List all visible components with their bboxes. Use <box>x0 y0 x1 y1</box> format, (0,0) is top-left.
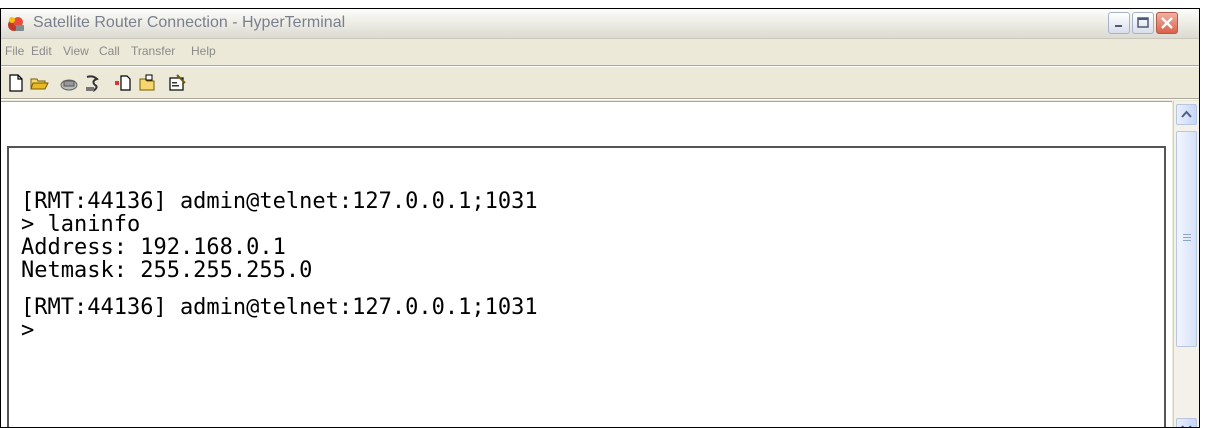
hyperterminal-app-icon[interactable] <box>6 14 26 34</box>
grip-icon <box>1183 234 1191 241</box>
scroll-down-button[interactable] <box>1176 418 1197 427</box>
menu-edit[interactable]: Edit <box>31 44 52 58</box>
terminal-area[interactable]: [RMT:44136] admin@telnet:127.0.0.1;1031 … <box>1 101 1172 427</box>
scroll-up-button[interactable] <box>1176 104 1197 125</box>
menu-transfer[interactable]: Transfer <box>131 44 175 58</box>
toolbar <box>1 67 1199 97</box>
close-icon <box>1161 17 1173 29</box>
terminal-output: [RMT:44136] admin@telnet:127.0.0.1;1031 … <box>21 190 538 342</box>
minimize-button[interactable] <box>1108 12 1130 34</box>
properties-icon[interactable] <box>167 73 187 93</box>
vertical-scrollbar[interactable] <box>1173 101 1199 427</box>
maximize-button[interactable] <box>1132 12 1154 34</box>
terminal-line: Netmask: 255.255.255.0 <box>21 258 313 283</box>
background-strip <box>0 0 1205 8</box>
terminal-line: [RMT:44136] admin@telnet:127.0.0.1;1031 <box>21 295 538 320</box>
menu-file[interactable]: File <box>5 44 24 58</box>
receive-file-icon[interactable] <box>137 73 157 93</box>
terminal-line: [RMT:44136] admin@telnet:127.0.0.1;1031 <box>21 189 538 214</box>
hyperterminal-window: Satellite Router Connection - HyperTermi… <box>0 8 1200 428</box>
close-button[interactable] <box>1156 12 1178 34</box>
minimize-icon <box>1115 25 1122 27</box>
menu-call[interactable]: Call <box>99 44 120 58</box>
new-document-icon[interactable] <box>6 73 26 93</box>
open-folder-icon[interactable] <box>29 73 49 93</box>
toolbar-separator <box>1 98 1199 100</box>
menu-view[interactable]: View <box>63 44 89 58</box>
menu-help[interactable]: Help <box>191 44 216 58</box>
arrow-up-icon <box>1181 110 1192 118</box>
send-file-icon[interactable] <box>113 73 133 93</box>
menu-bar: File Edit View Call Transfer Help <box>1 39 1199 65</box>
terminal-line: > laninfo <box>21 212 141 237</box>
window-title: Satellite Router Connection - HyperTermi… <box>33 14 346 31</box>
connect-phone-icon[interactable] <box>59 73 79 93</box>
disconnect-phone-icon[interactable] <box>83 73 103 93</box>
terminal-line: Address: 192.168.0.1 <box>21 235 286 260</box>
maximize-icon <box>1137 17 1149 28</box>
arrow-down-icon <box>1181 425 1192 427</box>
scrollbar-thumb[interactable] <box>1176 131 1197 347</box>
terminal-screen[interactable]: [RMT:44136] admin@telnet:127.0.0.1;1031 … <box>7 146 1166 427</box>
title-bar[interactable]: Satellite Router Connection - HyperTermi… <box>1 9 1199 39</box>
terminal-line: > <box>21 318 35 343</box>
